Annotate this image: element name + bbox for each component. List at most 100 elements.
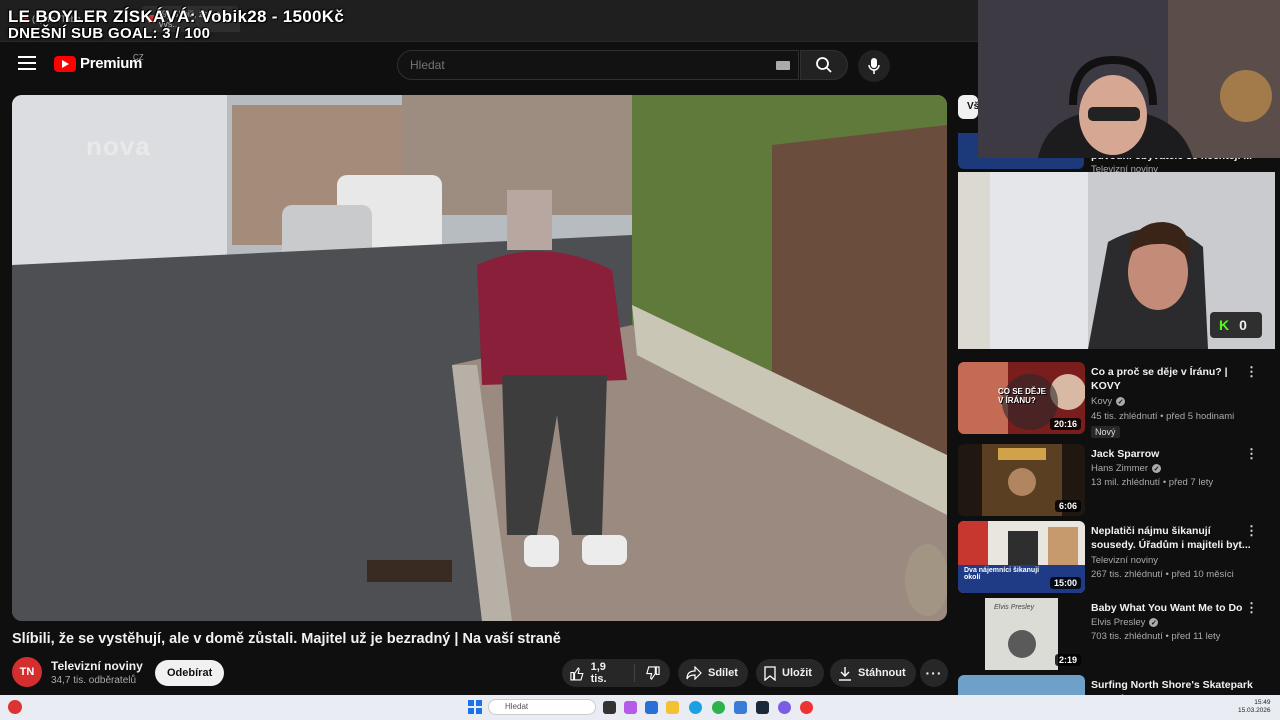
like-count: 1,9 tis. [590, 661, 607, 685]
clock-time: 15:49 [1254, 699, 1271, 706]
channel-label: Elvis Presley [1091, 617, 1146, 628]
channel-name[interactable]: Televizní noviny [51, 659, 143, 673]
video-duration: 20:16 [1049, 418, 1081, 430]
save-button[interactable]: Uložit [756, 659, 824, 687]
app-icon[interactable] [778, 701, 791, 714]
video-title: Slíbili, že se vystěhují, ale v domě zůs… [12, 631, 561, 647]
voice-search-button[interactable] [858, 50, 890, 82]
video-thumbnail: Elvis Presley 2:19 [958, 598, 1085, 670]
webcam-image [978, 0, 1280, 158]
youtube-premium-logo[interactable]: Premium [54, 55, 142, 72]
thumbnail-caption: Elvis Presley [994, 604, 1035, 611]
recommendation-title: Jack Sparrow [1091, 448, 1160, 460]
recommendation-channel: Televizní noviny [1091, 555, 1158, 566]
video-duration: 2:19 [1054, 654, 1081, 666]
app-icon[interactable] [734, 701, 747, 714]
list-item[interactable]: Dva nájemníci šikanují okolí 15:00 Nepla… [958, 521, 1276, 595]
save-label: Uložit [782, 667, 812, 679]
kebab-menu-icon[interactable]: ⋮ [1245, 447, 1258, 460]
search-button[interactable] [800, 50, 848, 80]
kebab-menu-icon[interactable]: ⋮ [1245, 524, 1258, 537]
stream-donation-banner: LE BOYLER ZÍSKÁVÁ: Vobik28 - 1500Kč [8, 7, 345, 26]
thumbs-up-icon [570, 666, 584, 680]
recommendation-meta: 13 mil. zhlédnutí • před 7 lety [1091, 477, 1214, 488]
task-view-icon[interactable] [603, 701, 616, 714]
list-item[interactable]: Surfing North Shore's Skatepark Wave | .… [958, 675, 1276, 695]
file-explorer-icon[interactable] [666, 701, 679, 714]
verified-icon: ✓ [1152, 464, 1162, 473]
video-duration: 6:06 [1054, 500, 1081, 512]
recommendation-title: Neplatiči nájmu šikanují sousedy. Úřadům… [1091, 525, 1251, 551]
windows-start-icon[interactable] [468, 700, 482, 714]
kick-logo-icon: K [1219, 317, 1230, 333]
subscriber-count: 34,7 tis. odběratelů [51, 675, 137, 686]
youtube-logo-icon [54, 55, 76, 72]
edge-icon[interactable] [689, 701, 702, 714]
steam-icon[interactable] [756, 701, 769, 714]
more-actions-icon[interactable]: ··· [920, 659, 948, 687]
search-icon [816, 57, 832, 73]
recommendation-channel: Kovy ✓ [1091, 396, 1126, 407]
list-item[interactable]: Elvis Presley 2:19 Baby What You Want Me… [958, 598, 1276, 672]
app-icon[interactable] [800, 701, 813, 714]
subscribe-button[interactable]: Odebírat [155, 660, 225, 686]
taskbar: Hledat 15:49 15.03.2026 [0, 695, 1280, 720]
video-thumbnail [958, 675, 1085, 695]
recommendation-title: Surfing North Shore's Skatepark Wave | .… [1091, 679, 1253, 695]
share-label: Sdílet [708, 667, 738, 679]
video-player[interactable]: nova [12, 95, 947, 621]
share-icon [686, 666, 702, 680]
recommendation-title: Baby What You Want Me to Do [1091, 602, 1243, 614]
channel-label: Televizní noviny [1091, 555, 1159, 566]
channel-label: Hans Zimmer [1091, 463, 1149, 474]
kick-viewer-count: 0 [1239, 317, 1247, 333]
keyboard-icon[interactable] [776, 61, 790, 70]
video-thumbnail: CO SE DĚJE V ÍRÁNU? 20:16 [958, 362, 1085, 434]
recommendation-meta: 45 tis. zhlédnutí • před 5 hodinami [1091, 411, 1235, 422]
taskbar-clock[interactable]: 15:49 15.03.2026 [1238, 699, 1271, 715]
like-button[interactable]: 1,9 tis. [562, 661, 635, 685]
hamburger-menu-icon[interactable] [18, 56, 36, 70]
microphone-icon [868, 58, 880, 74]
like-dislike-group: 1,9 tis. [562, 659, 670, 687]
list-item[interactable]: CO SE DĚJE V ÍRÁNU? 20:16 Co a proč se d… [958, 362, 1276, 438]
share-button[interactable]: Sdílet [678, 659, 748, 687]
search-input[interactable] [410, 58, 750, 72]
app-icon[interactable] [645, 701, 658, 714]
new-badge: Nový [1091, 426, 1120, 438]
kebab-menu-icon[interactable]: ⋮ [1245, 601, 1258, 614]
download-label: Stáhnout [858, 667, 906, 679]
video-thumbnail: Dva nájemníci šikanují okolí 15:00 [958, 521, 1085, 593]
download-icon [839, 666, 851, 681]
notification-icon[interactable] [8, 700, 22, 714]
video-duration: 15:00 [1049, 577, 1081, 589]
chrome-icon[interactable] [712, 701, 725, 714]
thumbs-down-icon [646, 665, 660, 680]
recommendation-channel: Elvis Presley ✓ [1091, 617, 1159, 628]
download-button[interactable]: Stáhnout [830, 659, 916, 687]
filter-chip-all[interactable]: Vš [958, 95, 978, 119]
kebab-menu-icon[interactable]: ⋮ [1245, 365, 1258, 378]
recommendation-channel: Hans Zimmer ✓ [1091, 463, 1162, 474]
verified-icon: ✓ [1149, 618, 1159, 627]
list-item[interactable]: 6:06 Jack Sparrow Hans Zimmer ✓ 13 mil. … [958, 444, 1276, 518]
stream-sub-goal: DNEŠNÍ SUB GOAL: 3 / 100 [8, 25, 211, 42]
kick-viewer-badge: K 0 [1210, 312, 1262, 338]
dislike-button[interactable] [635, 665, 670, 681]
search-box [397, 50, 799, 80]
thumbnail-caption: CO SE DĚJE V ÍRÁNU? [998, 387, 1047, 405]
broadcaster-logo: nova [86, 131, 151, 161]
recommendation-meta: 267 tis. zhlédnutí • před 10 měsíci [1091, 569, 1234, 580]
video-frame [12, 95, 947, 621]
video-thumbnail: 6:06 [958, 444, 1085, 516]
bookmark-icon [764, 665, 776, 681]
channel-avatar[interactable]: TN [12, 657, 42, 687]
app-icon[interactable] [624, 701, 637, 714]
verified-icon: ✓ [1116, 397, 1126, 406]
clock-date: 15.03.2026 [1238, 707, 1271, 714]
channel-label: Kovy [1091, 396, 1113, 407]
streamer-webcam [978, 0, 1280, 158]
youtube-header: Premium CZ [0, 42, 980, 88]
taskbar-search-input[interactable]: Hledat [488, 699, 596, 715]
recommendation-title: Co a proč se děje v Íránu? | KOVY [1091, 366, 1228, 392]
